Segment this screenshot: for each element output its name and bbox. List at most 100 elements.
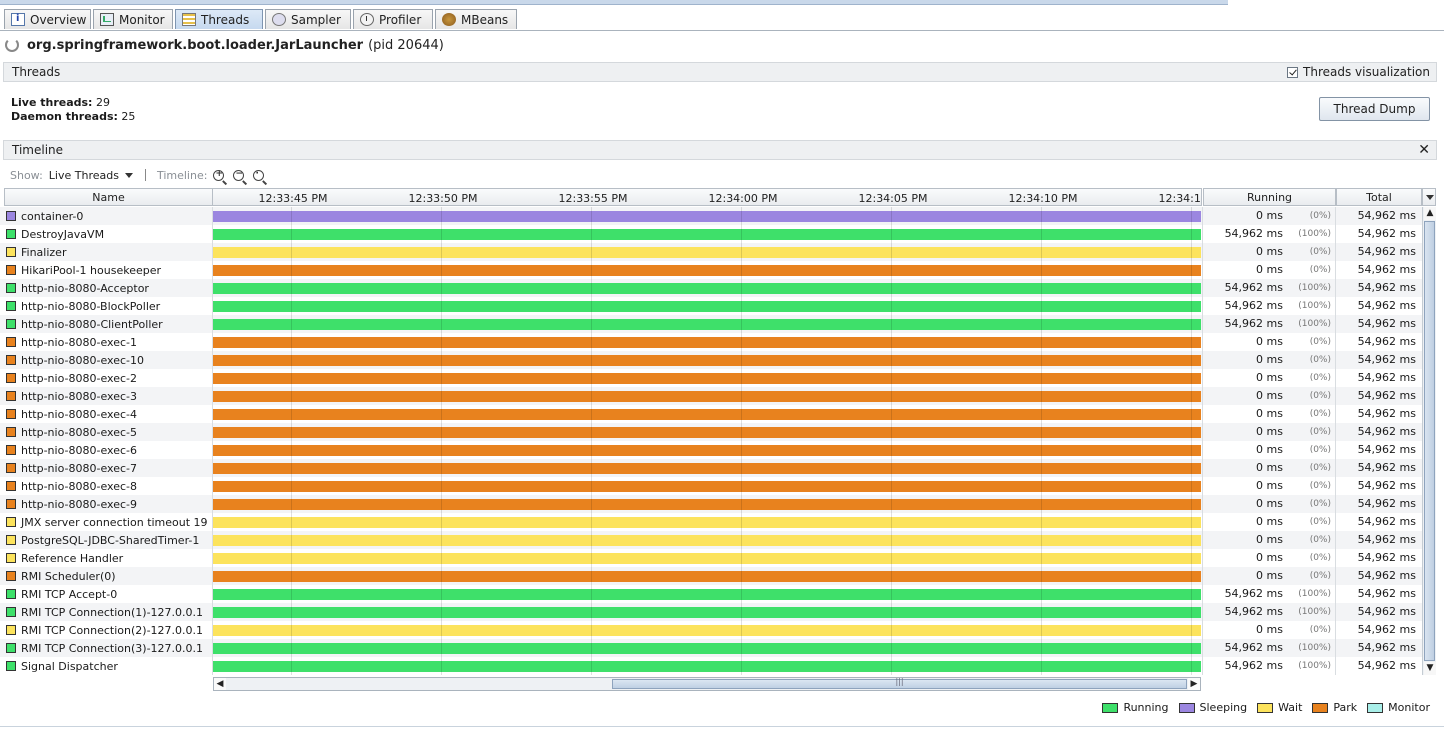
thread-state-swatch-icon <box>6 229 16 239</box>
tab-monitor[interactable]: Monitor <box>93 9 173 29</box>
table-row[interactable]: JMX server connection timeout 19 0 ms (0%)… <box>0 513 1422 531</box>
thread-timeline-bar[interactable] <box>213 427 1201 438</box>
scroll-right-icon[interactable]: ▶ <box>1188 678 1200 690</box>
table-row[interactable]: http-nio-8080-exec-8 0 ms (0%) 54,962 ms <box>0 477 1422 495</box>
tab-threads[interactable]: Threads <box>175 9 263 29</box>
zoom-in-icon[interactable]: + <box>213 169 225 181</box>
tab-profiler[interactable]: Profiler <box>353 9 433 29</box>
show-dropdown[interactable]: Live Threads <box>49 169 119 182</box>
table-row[interactable]: http-nio-8080-exec-4 0 ms (0%) 54,962 ms <box>0 405 1422 423</box>
thread-timeline-bar[interactable] <box>213 625 1201 636</box>
running-percent-cell: (0%) <box>1309 571 1331 581</box>
bottom-border <box>0 726 1444 727</box>
thread-timeline-bar[interactable] <box>213 535 1201 546</box>
column-header-name[interactable]: Name <box>4 188 213 206</box>
total-time-cell: 54,962 ms <box>1357 407 1416 420</box>
table-row[interactable]: container-0 0 ms (0%) 54,962 ms <box>0 207 1422 225</box>
zoom-fit-icon[interactable]: · <box>253 169 265 181</box>
table-row[interactable]: Reference Handler 0 ms (0%) 54,962 ms <box>0 549 1422 567</box>
running-time-cell: 0 ms <box>1256 335 1283 348</box>
checkbox-checked-icon[interactable] <box>1287 66 1299 78</box>
thread-timeline-bar[interactable] <box>213 391 1201 402</box>
thread-timeline-bar[interactable] <box>213 355 1201 366</box>
thread-timeline-bar[interactable] <box>213 247 1201 258</box>
table-row[interactable]: RMI TCP Connection(3)-127.0.0.1 54,962 ms… <box>0 639 1422 657</box>
thread-timeline-bar[interactable] <box>213 301 1201 312</box>
legend-item-running: Running <box>1102 701 1169 714</box>
thread-timeline-bar[interactable] <box>213 607 1201 618</box>
thread-timeline-bar[interactable] <box>213 445 1201 456</box>
thread-timeline-bar[interactable] <box>213 553 1201 564</box>
tab-mbeans[interactable]: MBeans <box>435 9 517 29</box>
thread-timeline-bar[interactable] <box>213 211 1201 222</box>
threads-section-header: Threads Threads visualization <box>3 62 1437 82</box>
tab-overview[interactable]: Overview <box>4 9 91 29</box>
table-row[interactable]: http-nio-8080-exec-7 0 ms (0%) 54,962 ms <box>0 459 1422 477</box>
thread-timeline-bar[interactable] <box>213 499 1201 510</box>
running-percent-cell: (100%) <box>1298 589 1331 599</box>
column-header-running[interactable]: Running <box>1203 188 1336 206</box>
table-row[interactable]: http-nio-8080-exec-3 0 ms (0%) 54,962 ms <box>0 387 1422 405</box>
timeline-gridline <box>291 207 292 675</box>
thread-dump-button[interactable]: Thread Dump <box>1319 97 1430 121</box>
table-row[interactable]: RMI TCP Accept-0 54,962 ms (100%) 54,962 ms <box>0 585 1422 603</box>
thread-timeline-bar[interactable] <box>213 463 1201 474</box>
table-row[interactable]: http-nio-8080-exec-10 0 ms (0%) 54,962 ms <box>0 351 1422 369</box>
thread-timeline-bar[interactable] <box>213 643 1201 654</box>
horizontal-scroll-thumb[interactable] <box>612 679 1187 689</box>
tab-sampler[interactable]: Sampler <box>265 9 351 29</box>
thread-timeline-bar[interactable] <box>213 337 1201 348</box>
thread-timeline-bar[interactable] <box>213 229 1201 240</box>
thread-name: http-nio-8080-exec-7 <box>21 461 137 475</box>
thread-timeline-bar[interactable] <box>213 481 1201 492</box>
thread-timeline-bar[interactable] <box>213 571 1201 582</box>
chevron-down-icon[interactable] <box>124 172 133 178</box>
table-row[interactable]: http-nio-8080-BlockPoller 54,962 ms (100%)… <box>0 297 1422 315</box>
table-row[interactable]: http-nio-8080-ClientPoller 54,962 ms (100%… <box>0 315 1422 333</box>
scroll-down-icon[interactable]: ▼ <box>1424 662 1436 675</box>
table-row[interactable]: Signal Dispatcher 54,962 ms (100%) 54,962 m… <box>0 657 1422 675</box>
timeline-gridline <box>591 207 592 675</box>
close-icon[interactable]: ✕ <box>1418 142 1430 158</box>
threads-icon <box>182 13 196 26</box>
thread-name: http-nio-8080-exec-3 <box>21 389 137 403</box>
column-header-timeline[interactable]: 12:33:45 PM 12:33:50 PM 12:33:55 PM 12:3… <box>212 188 1202 206</box>
table-row[interactable]: http-nio-8080-exec-6 0 ms (0%) 54,962 ms <box>0 441 1422 459</box>
running-percent-cell: (0%) <box>1309 481 1331 491</box>
scroll-up-icon[interactable]: ▲ <box>1424 207 1436 220</box>
horizontal-scrollbar[interactable]: ◀ ▶ <box>213 677 1201 691</box>
column-header-total[interactable]: Total <box>1336 188 1422 206</box>
vertical-scroll-thumb[interactable] <box>1424 221 1435 661</box>
table-row[interactable]: http-nio-8080-exec-1 0 ms (0%) 54,962 ms <box>0 333 1422 351</box>
running-time-cell: 0 ms <box>1256 389 1283 402</box>
zoom-out-icon[interactable]: − <box>233 169 245 181</box>
table-row[interactable]: http-nio-8080-exec-5 0 ms (0%) 54,962 ms <box>0 423 1422 441</box>
total-time-cell: 54,962 ms <box>1357 263 1416 276</box>
state-legend: Running Sleeping Wait Park Monitor <box>1092 701 1430 714</box>
tab-label: Monitor <box>119 12 165 27</box>
table-row[interactable]: HikariPool-1 housekeeper 0 ms (0%) 54,962 m… <box>0 261 1422 279</box>
thread-timeline-bar[interactable] <box>213 517 1201 528</box>
table-row[interactable]: RMI TCP Connection(2)-127.0.0.1 0 ms (0%) 5… <box>0 621 1422 639</box>
table-row[interactable]: http-nio-8080-exec-9 0 ms (0%) 54,962 ms <box>0 495 1422 513</box>
table-row[interactable]: Finalizer 0 ms (0%) 54,962 ms <box>0 243 1422 261</box>
scroll-left-icon[interactable]: ◀ <box>214 678 226 690</box>
thread-timeline-bar[interactable] <box>213 373 1201 384</box>
thread-timeline-bar[interactable] <box>213 409 1201 420</box>
thread-timeline-bar[interactable] <box>213 319 1201 330</box>
thread-timeline-bar[interactable] <box>213 661 1201 672</box>
table-row[interactable]: RMI Scheduler(0) 0 ms (0%) 54,962 ms <box>0 567 1422 585</box>
column-chooser-icon[interactable] <box>1422 188 1436 206</box>
table-row[interactable]: PostgreSQL-JDBC-SharedTimer-1 0 ms (0%) 54,… <box>0 531 1422 549</box>
table-row[interactable]: RMI TCP Connection(1)-127.0.0.1 54,962 ms… <box>0 603 1422 621</box>
thread-timeline-bar[interactable] <box>213 589 1201 600</box>
vertical-scrollbar[interactable]: ▲ ▼ <box>1422 207 1436 675</box>
thread-timeline-bar[interactable] <box>213 265 1201 276</box>
threads-visualization-toggle[interactable]: Threads visualization <box>1287 65 1430 79</box>
live-threads-label: Live threads: <box>11 96 93 109</box>
table-row[interactable]: http-nio-8080-Acceptor 54,962 ms (100%) 54,… <box>0 279 1422 297</box>
thread-timeline-bar[interactable] <box>213 283 1201 294</box>
running-time-cell: 54,962 ms <box>1224 317 1283 330</box>
table-row[interactable]: http-nio-8080-exec-2 0 ms (0%) 54,962 ms <box>0 369 1422 387</box>
table-row[interactable]: DestroyJavaVM 54,962 ms (100%) 54,962 ms <box>0 225 1422 243</box>
